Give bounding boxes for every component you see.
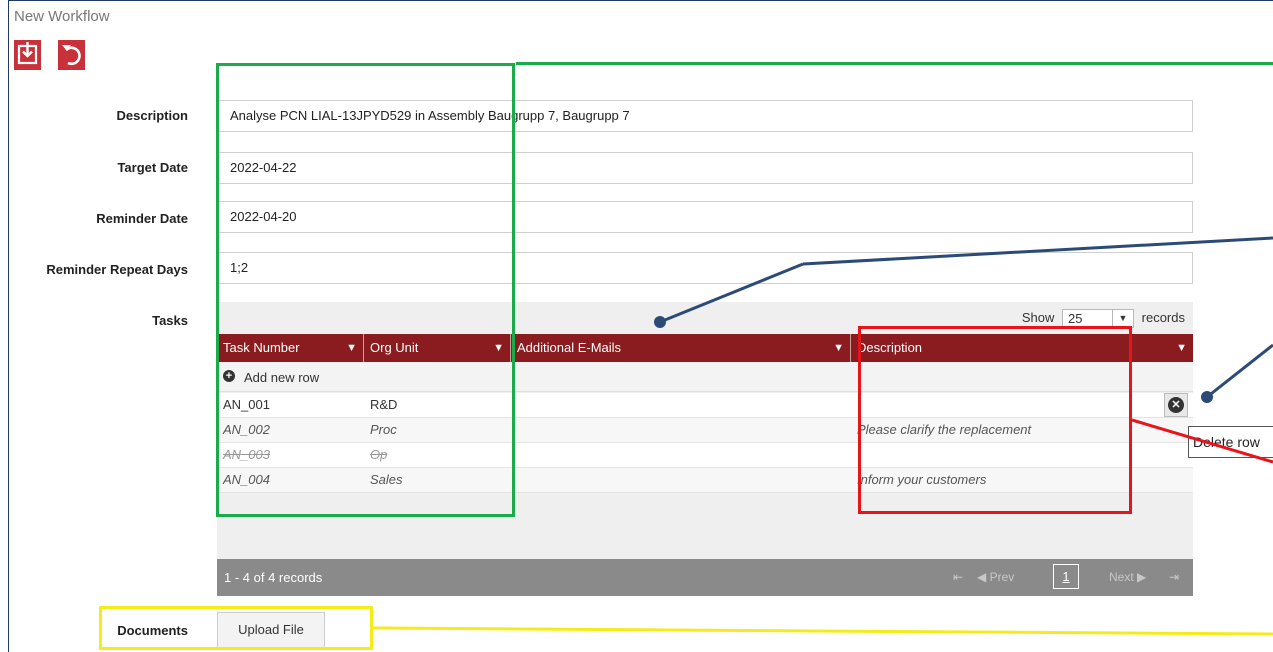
callout-line bbox=[1206, 343, 1273, 399]
callout-line bbox=[802, 236, 1273, 266]
yellow-callout-line bbox=[372, 626, 1273, 636]
red-callout-line bbox=[1131, 418, 1273, 464]
callout-dot bbox=[654, 316, 666, 328]
callout-line bbox=[659, 262, 804, 324]
annotation-lines bbox=[372, 236, 1273, 636]
callout-dot bbox=[1201, 391, 1213, 403]
